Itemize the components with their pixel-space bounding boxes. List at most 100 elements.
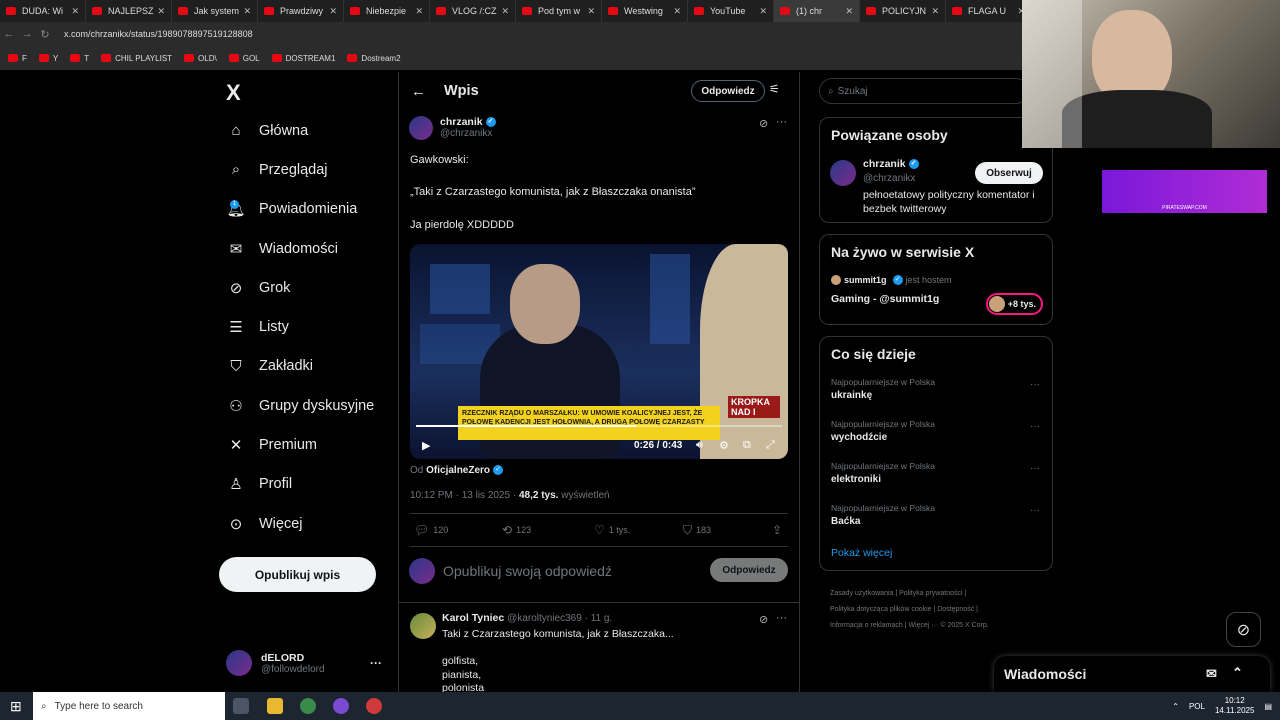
trend-more-icon[interactable]: ··· xyxy=(1030,463,1040,474)
bookmark-item[interactable]: GOL xyxy=(228,54,260,63)
gear-icon[interactable]: ⚙ xyxy=(719,439,729,452)
volume-icon[interactable]: 🔊︎ xyxy=(696,439,703,452)
close-icon[interactable]: ✕ xyxy=(415,6,423,17)
reply-author-name[interactable]: Karol Tyniec xyxy=(442,612,504,624)
nav-item[interactable]: 🔔︎ 1 Powiadomienia xyxy=(220,190,395,229)
nav-item[interactable]: ⌕ Przeglądaj xyxy=(220,150,395,189)
live-card[interactable]: Na żywo w serwisie X summit1g ✓ jest host… xyxy=(819,234,1053,325)
bookmark-action[interactable]: ⛉ 183 xyxy=(683,523,711,538)
close-icon[interactable]: ✕ xyxy=(157,6,165,17)
nav-item[interactable]: ☰ Listy xyxy=(220,307,395,346)
bookmark-item[interactable]: Y xyxy=(38,54,58,63)
close-icon[interactable]: ✕ xyxy=(71,6,79,17)
account-switcher[interactable]: dELORD @followdelord ··· xyxy=(226,646,386,680)
bookmark-item[interactable]: OLD\ xyxy=(184,54,217,63)
fullscreen-icon[interactable]: ⤢ xyxy=(766,439,775,452)
host-name[interactable]: summit1g xyxy=(844,275,887,285)
settings-sliders-icon[interactable]: ⚟ xyxy=(769,82,780,96)
footer-line[interactable]: Polityka dotycząca plików cookie | Dostę… xyxy=(830,602,989,618)
back-arrow-icon[interactable]: ← xyxy=(411,83,426,100)
repost-action[interactable]: ⟲ 123 xyxy=(502,523,531,537)
browser-tab[interactable]: Pod tym w ✕ xyxy=(516,0,602,22)
browser-tab[interactable]: Prawdziwy ✕ xyxy=(258,0,344,22)
post-more-icon[interactable]: ··· xyxy=(776,116,787,128)
nav-item[interactable]: ⚇ Grupy dyskusyjne xyxy=(220,386,395,425)
video-player[interactable]: KROPKA NAD I RZECZNIK RZĄDU O MARSZAŁKU:… xyxy=(410,244,788,459)
trend-more-icon[interactable]: ··· xyxy=(1030,505,1040,516)
nav-item[interactable]: ✕ Premium xyxy=(220,425,395,464)
related-name[interactable]: chrzanik xyxy=(863,158,906,170)
reply-button[interactable]: Odpowiedz xyxy=(710,558,788,582)
reply-action[interactable]: 💬︎ 120 xyxy=(414,523,448,537)
footer-line[interactable]: Zasady użytkowania | Polityka prywatnośc… xyxy=(830,586,989,602)
close-icon[interactable]: ✕ xyxy=(329,6,337,17)
bookmark-item[interactable]: T xyxy=(70,54,89,63)
nav-item[interactable]: ⊙ Więcej xyxy=(220,504,395,543)
browser-tab[interactable]: NAJLEPSZ ✕ xyxy=(86,0,172,22)
trend-more-icon[interactable]: ··· xyxy=(1030,421,1040,432)
messages-dock[interactable]: Wiadomości ✉ ⌃ xyxy=(994,656,1270,692)
publish-button[interactable]: Opublikuj wpis xyxy=(219,557,376,592)
search-input[interactable]: ⌕ Szukaj xyxy=(819,78,1029,104)
bookmark-item[interactable]: CHIL PLAYLIST xyxy=(101,54,172,63)
nav-item[interactable]: ⌂ Główna xyxy=(220,111,395,150)
nav-item[interactable]: ⊘ Grok xyxy=(220,268,395,307)
back-icon[interactable]: ← xyxy=(0,28,18,40)
grok-icon[interactable]: ⊘ xyxy=(759,613,768,626)
bookmark-item[interactable]: DOSTREAM1 xyxy=(271,54,335,63)
browser-tab[interactable]: FLAGA U✕ xyxy=(946,0,1032,22)
author-name[interactable]: chrzanik xyxy=(440,116,483,128)
play-icon[interactable]: ▶ xyxy=(422,439,430,452)
browser-tab[interactable]: POLICYJN ✕ xyxy=(860,0,946,22)
close-icon[interactable]: ✕ xyxy=(587,6,595,17)
browser-tab[interactable]: VLOG /:CZ ✕ xyxy=(430,0,516,22)
browser-tab[interactable]: Niebezpie ✕ xyxy=(344,0,430,22)
close-icon[interactable]: ✕ xyxy=(501,6,509,17)
nav-item[interactable]: ♙ Profil xyxy=(220,465,395,504)
follow-button[interactable]: Obserwuj xyxy=(975,162,1043,184)
close-icon[interactable]: ✕ xyxy=(673,6,681,17)
more-icon[interactable]: ··· xyxy=(370,656,382,670)
windows-start-icon[interactable]: ⊞ xyxy=(10,698,22,715)
tray-chevron-icon[interactable]: ⌃ xyxy=(1172,702,1179,711)
close-icon[interactable]: ✕ xyxy=(243,6,251,17)
live-title[interactable]: Gaming - @summit1g xyxy=(831,293,939,305)
forward-icon[interactable]: → xyxy=(18,28,36,40)
video-progress[interactable] xyxy=(416,425,782,427)
trend-item[interactable]: Najpopularniejsze w Polska ukrainkę xyxy=(831,377,935,401)
browser-tab[interactable]: Jak system ✕ xyxy=(172,0,258,22)
close-icon[interactable]: ✕ xyxy=(931,6,939,17)
trend-item[interactable]: Najpopularniejsze w Polska wychodźcie xyxy=(831,419,935,443)
share-action[interactable]: ⇪ xyxy=(772,523,782,537)
related-handle[interactable]: @chrzanikx xyxy=(863,173,915,184)
author-avatar[interactable] xyxy=(409,116,433,140)
reply-input[interactable]: Opublikuj swoją odpowiedź xyxy=(443,563,612,579)
reload-icon[interactable]: ↻ xyxy=(36,28,54,41)
app-icon[interactable] xyxy=(366,698,382,714)
close-icon[interactable]: ✕ xyxy=(759,6,767,17)
app-icon[interactable] xyxy=(333,698,349,714)
nav-item[interactable]: ✉ Wiadomości xyxy=(220,229,395,268)
reply-more-icon[interactable]: ··· xyxy=(776,612,787,624)
like-action[interactable]: ♡ 1 tys. xyxy=(594,523,630,537)
author-handle[interactable]: @chrzanikx xyxy=(440,128,496,139)
taskbar-search[interactable]: ⌕ Type here to search xyxy=(33,692,225,720)
close-icon[interactable]: ✕ xyxy=(845,6,853,17)
show-more-link[interactable]: Pokaż więcej xyxy=(831,547,892,559)
trend-item[interactable]: Najpopularniejsze w Polska elektroniki xyxy=(831,461,935,485)
chrome-icon[interactable] xyxy=(300,698,316,714)
expand-icon[interactable]: ⌃ xyxy=(1232,665,1243,681)
language-indicator[interactable]: POL xyxy=(1189,702,1205,711)
bookmark-item[interactable]: F xyxy=(8,54,27,63)
post-author[interactable]: chrzanik ✓ @chrzanikx xyxy=(409,116,496,140)
reply-avatar[interactable] xyxy=(410,613,436,639)
grok-icon[interactable]: ⊘ xyxy=(759,117,768,130)
bookmark-item[interactable]: Dostream2 xyxy=(347,54,401,63)
browser-tab[interactable]: Westwing ✕ xyxy=(602,0,688,22)
grok-floating-button[interactable]: ⊘ xyxy=(1226,612,1261,647)
browser-tab[interactable]: YouTube ✕ xyxy=(688,0,774,22)
new-message-icon[interactable]: ✉ xyxy=(1206,666,1217,682)
trend-item[interactable]: Najpopularniejsze w Polska Baćka xyxy=(831,503,935,527)
browser-tab[interactable]: DUDA: Wi ✕ xyxy=(0,0,86,22)
nav-item[interactable]: ⛉ Zakładki xyxy=(220,347,395,386)
